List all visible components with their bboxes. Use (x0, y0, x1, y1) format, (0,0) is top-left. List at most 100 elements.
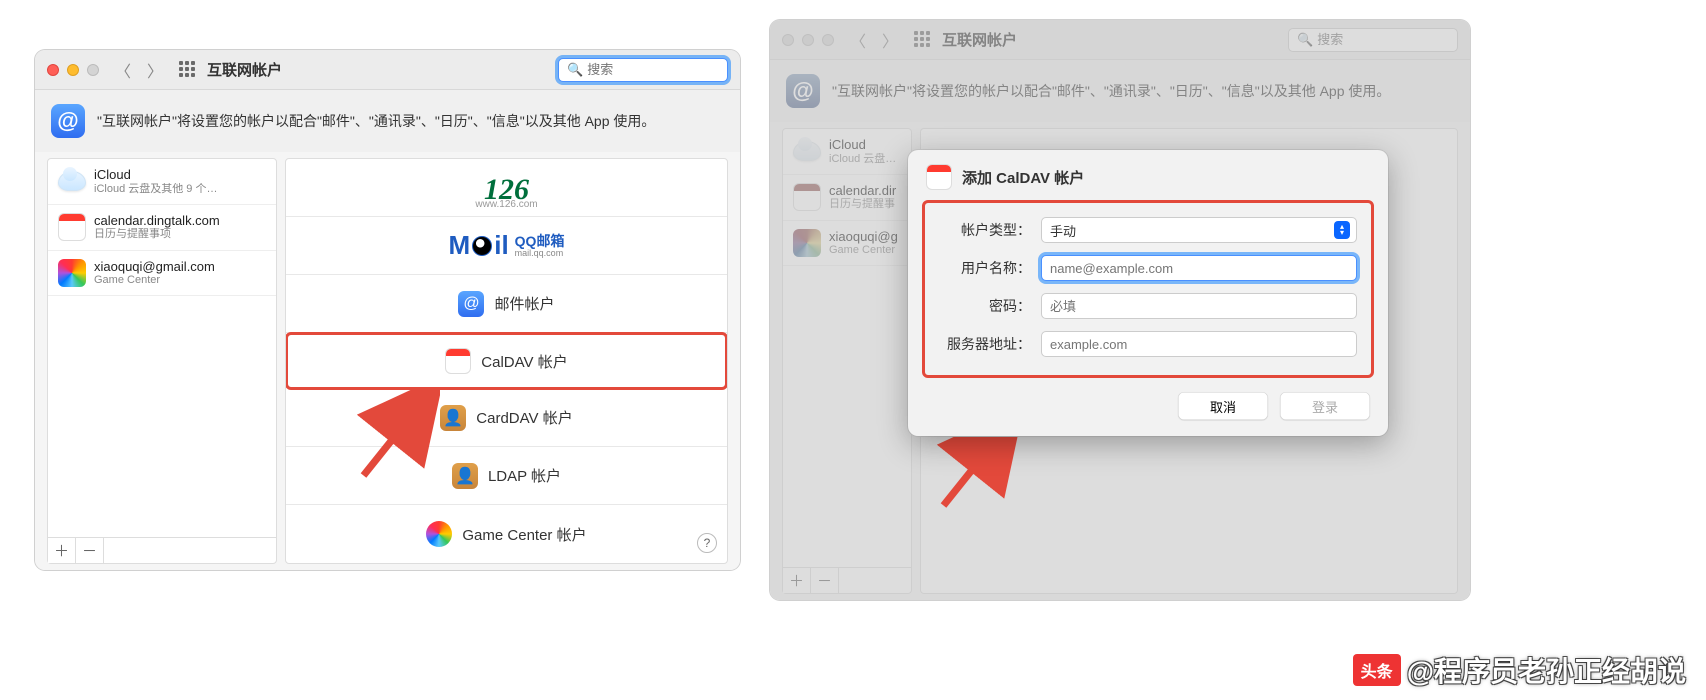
search-box[interactable]: 🔍 (558, 58, 728, 82)
provider-ldap[interactable]: 👤 LDAP 帐户 (286, 447, 727, 505)
account-sub: Game Center (829, 244, 898, 257)
add-account-button[interactable]: ＋ (48, 538, 76, 563)
server-label: 服务器地址： (939, 334, 1031, 354)
forward-button[interactable]: 〉 (147, 58, 163, 82)
screenshot-right: 〈 〉 互联网帐户 🔍 @ "互联网帐户"将设置您的帐户以配合"邮件"、"通讯录… (770, 20, 1470, 600)
account-gmail[interactable]: xiaoquqi@g Game Center (783, 221, 911, 267)
gamecenter-icon (793, 229, 821, 257)
forward-button[interactable]: 〉 (882, 28, 898, 52)
search-box[interactable]: 🔍 (1288, 28, 1458, 52)
at-icon: @ (786, 74, 820, 108)
login-button[interactable]: 登录 (1280, 392, 1370, 420)
cancel-button[interactable]: 取消 (1178, 392, 1268, 420)
account-title: iCloud (829, 137, 901, 153)
accounts-sidebar: iCloud iCloud 云盘及其他 9 个… calendar.dingta… (47, 158, 277, 564)
ldap-icon: 👤 (452, 463, 478, 489)
close-icon[interactable] (47, 64, 59, 76)
provider-qqmail[interactable]: Mil QQ邮箱 mail.qq.com (286, 217, 727, 275)
provider-label: CardDAV 帐户 (476, 407, 572, 428)
qqmail-logo: Mil QQ邮箱 mail.qq.com (449, 230, 565, 261)
sidebar-footer: ＋ － (48, 537, 276, 563)
account-sub: iCloud 云盘及其他 9 个… (94, 183, 217, 196)
username-label: 用户名称： (939, 258, 1031, 278)
account-title: xiaoquqi@g (829, 229, 898, 245)
watermark-text: @程序员老孙正经胡说 (1407, 650, 1686, 690)
provider-gamecenter[interactable]: Game Center 帐户 (286, 505, 727, 563)
account-type-value: 手动 (1050, 221, 1076, 240)
account-title: xiaoquqi@gmail.com (94, 259, 215, 275)
window-controls (47, 64, 99, 76)
description-text: "互联网帐户"将设置您的帐户以配合"邮件"、"通讯录"、"日历"、"信息"以及其… (832, 81, 1390, 101)
close-icon[interactable] (782, 34, 794, 46)
modal-header: 添加 CalDAV 帐户 (908, 150, 1388, 200)
apps-grid-icon[interactable] (914, 31, 932, 49)
minimize-icon[interactable] (802, 34, 814, 46)
back-button[interactable]: 〈 (115, 58, 131, 82)
account-icloud[interactable]: iCloud iCloud 云盘及其他 (783, 129, 911, 175)
minimize-icon[interactable] (67, 64, 79, 76)
calendar-icon (926, 164, 952, 190)
description-text: "互联网帐户"将设置您的帐户以配合"邮件"、"通讯录"、"日历"、"信息"以及其… (97, 111, 655, 131)
account-gmail[interactable]: xiaoquqi@gmail.com Game Center (48, 251, 276, 297)
account-dingtalk[interactable]: calendar.dingtalk.com 日历与提醒事项 (48, 205, 276, 251)
add-account-button[interactable]: ＋ (783, 568, 811, 593)
provider-126-url: www.126.com (475, 199, 537, 210)
gamecenter-icon (426, 521, 452, 547)
modal-footer: 取消 登录 (908, 378, 1388, 436)
help-button[interactable]: ? (697, 533, 717, 553)
account-title: iCloud (94, 167, 217, 183)
provider-mail[interactable]: @ 邮件帐户 (286, 275, 727, 333)
screenshot-left: 〈 〉 互联网帐户 🔍 @ "互联网帐户"将设置您的帐户以配合"邮件"、"通讯录… (35, 50, 740, 570)
modal-body: 帐户类型： 手动 ▴▾ 用户名称： 密码： (922, 200, 1374, 378)
search-input[interactable] (1317, 32, 1449, 47)
account-type-label: 帐户类型： (939, 220, 1031, 240)
chevron-up-down-icon: ▴▾ (1334, 221, 1350, 239)
account-sub: iCloud 云盘及其他 (829, 153, 901, 166)
remove-account-button[interactable]: － (811, 568, 839, 593)
description-row: @ "互联网帐户"将设置您的帐户以配合"邮件"、"通讯录"、"日历"、"信息"以… (35, 90, 740, 152)
remove-account-button[interactable]: － (76, 538, 104, 563)
window-title: 互联网帐户 (207, 59, 282, 80)
accounts-sidebar: iCloud iCloud 云盘及其他 calendar.dir 日历与提醒事 … (782, 128, 912, 594)
password-input[interactable] (1041, 293, 1357, 319)
description-row: @ "互联网帐户"将设置您的帐户以配合"邮件"、"通讯录"、"日历"、"信息"以… (770, 60, 1470, 122)
password-label: 密码： (939, 296, 1031, 316)
carddav-icon: 👤 (440, 405, 466, 431)
server-input[interactable] (1041, 331, 1357, 357)
search-icon: 🔍 (1297, 32, 1313, 48)
provider-label: 邮件帐户 (494, 293, 554, 314)
icloud-icon (58, 171, 86, 191)
window-title: 互联网帐户 (942, 29, 1017, 50)
username-input[interactable] (1041, 255, 1357, 281)
mail-icon: @ (458, 291, 484, 317)
provider-carddav[interactable]: 👤 CardDAV 帐户 (286, 389, 727, 447)
at-icon: @ (51, 104, 85, 138)
nav-arrows: 〈 〉 (850, 28, 898, 52)
account-sub: Game Center (94, 274, 215, 287)
account-dingtalk[interactable]: calendar.dir 日历与提醒事 (783, 175, 911, 221)
provider-caldav[interactable]: CalDAV 帐户 (285, 332, 728, 390)
search-icon: 🔍 (567, 62, 583, 78)
calendar-icon (58, 213, 86, 241)
zoom-icon[interactable] (87, 64, 99, 76)
account-title: calendar.dir (829, 183, 896, 199)
gamecenter-icon (58, 259, 86, 287)
account-sub: 日历与提醒事 (829, 198, 896, 211)
back-button[interactable]: 〈 (850, 28, 866, 52)
titlebar: 〈 〉 互联网帐户 🔍 (35, 50, 740, 90)
provider-label: CalDAV 帐户 (481, 351, 567, 372)
window-controls (782, 34, 834, 46)
provider-126[interactable]: 126 www.126.com (286, 159, 727, 217)
apps-grid-icon[interactable] (179, 61, 197, 79)
search-input[interactable] (587, 62, 719, 77)
account-type-select[interactable]: 手动 ▴▾ (1041, 217, 1357, 243)
provider-label: LDAP 帐户 (488, 465, 561, 486)
zoom-icon[interactable] (822, 34, 834, 46)
nav-arrows: 〈 〉 (115, 58, 163, 82)
icloud-icon (793, 141, 821, 161)
account-sub: 日历与提醒事项 (94, 228, 220, 241)
account-icloud[interactable]: iCloud iCloud 云盘及其他 9 个… (48, 159, 276, 205)
account-title: calendar.dingtalk.com (94, 213, 220, 229)
watermark-badge: 头条 (1353, 654, 1401, 686)
sidebar-footer: ＋ － (783, 567, 911, 593)
